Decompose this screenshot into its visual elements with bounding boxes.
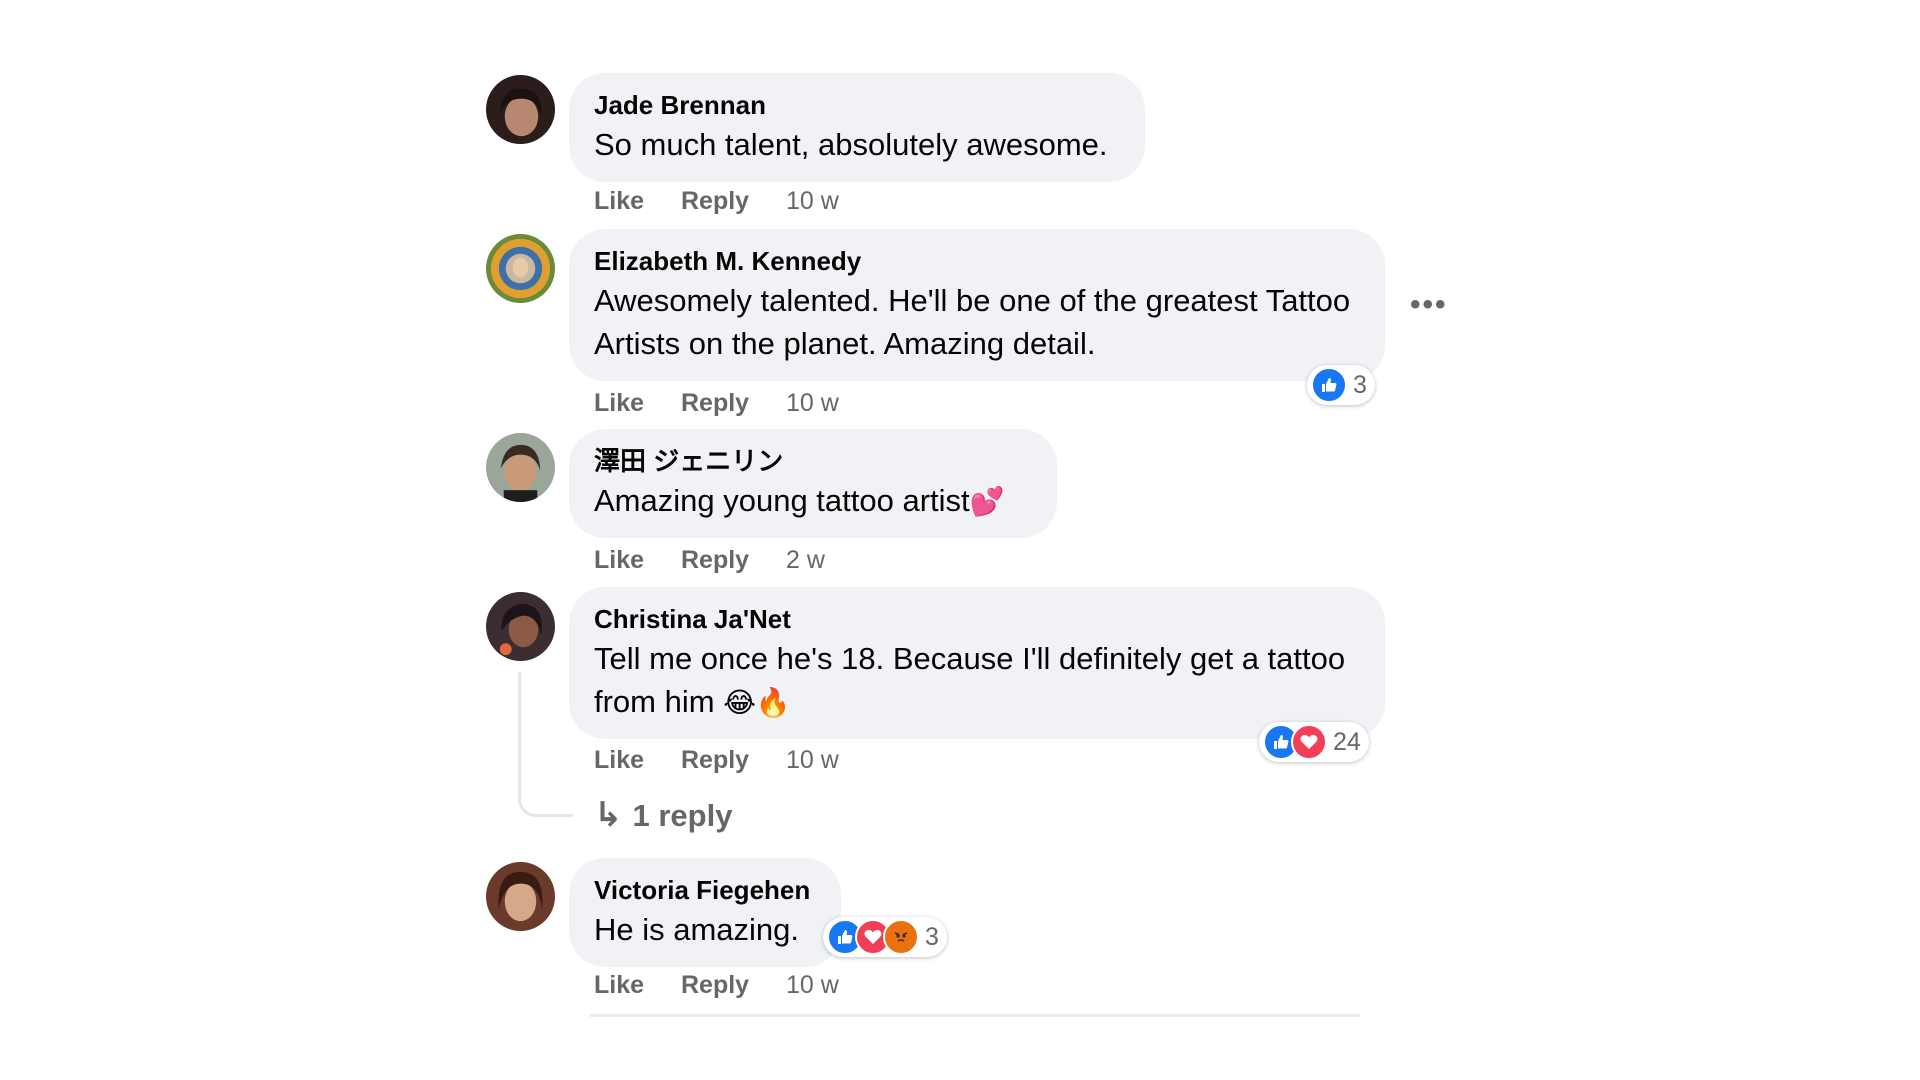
comment-text: Tell me once he's 18. Because I'll defin… — [594, 637, 1360, 724]
like-button[interactable]: Like — [594, 389, 644, 417]
comment-timestamp[interactable]: 10 w — [786, 187, 839, 215]
avatar[interactable] — [486, 234, 555, 303]
divider — [590, 1014, 1360, 1017]
comment-actions: Like Reply 10 w — [594, 186, 839, 216]
view-replies-link[interactable]: ↳ 1 reply — [594, 795, 732, 835]
reaction-summary[interactable]: 3 — [823, 917, 947, 957]
reply-button[interactable]: Reply — [681, 187, 749, 215]
reaction-count: 3 — [925, 922, 939, 951]
comment-actions: Like Reply 10 w — [594, 970, 839, 1000]
reaction-count: 24 — [1333, 727, 1361, 756]
like-button[interactable]: Like — [594, 971, 644, 999]
reply-arrow-icon: ↳ — [594, 796, 623, 834]
avatar[interactable] — [486, 75, 555, 144]
comment-timestamp[interactable]: 10 w — [786, 971, 839, 999]
reply-button[interactable]: Reply — [681, 546, 749, 574]
angry-icon — [883, 919, 919, 955]
comment-bubble: 澤田 ジェニリン Amazing young tattoo artist💕 — [569, 429, 1057, 538]
emoji: 💕 — [969, 486, 1005, 517]
reaction-summary[interactable]: 24 — [1259, 722, 1369, 762]
avatar[interactable] — [486, 862, 555, 931]
comment-author[interactable]: Christina Ja'Net — [594, 603, 1360, 635]
comment-text: He is amazing. — [594, 912, 800, 947]
comment-bubble: Elizabeth M. Kennedy Awesomely talented.… — [569, 229, 1385, 381]
comment-author[interactable]: Victoria Fiegehen — [594, 874, 816, 906]
comment-bubble: Jade Brennan So much talent, absolutely … — [569, 73, 1145, 182]
comment-actions: Like Reply 2 w — [594, 545, 825, 575]
love-icon — [1291, 724, 1327, 760]
emoji: 😂🔥 — [723, 687, 791, 718]
comment-bubble: Victoria Fiegehen He is amazing. — [569, 858, 841, 967]
reaction-summary[interactable]: 3 — [1307, 365, 1375, 405]
comment-text-body: Tell me once he's 18. Because I'll defin… — [594, 641, 1346, 719]
comment-text: Amazing young tattoo artist💕 — [594, 479, 1032, 523]
comment-bubble: Christina Ja'Net Tell me once he's 18. B… — [569, 587, 1385, 739]
reply-button[interactable]: Reply — [681, 971, 749, 999]
like-button[interactable]: Like — [594, 546, 644, 574]
like-button[interactable]: Like — [594, 746, 644, 774]
like-icon — [1311, 367, 1347, 403]
avatar[interactable] — [486, 433, 555, 502]
comment-actions: Like Reply 10 w — [594, 745, 839, 775]
comment-author[interactable]: Elizabeth M. Kennedy — [594, 245, 1360, 277]
comment-text-body: Amazing young tattoo artist — [594, 483, 970, 518]
reply-button[interactable]: Reply — [681, 746, 749, 774]
comment-timestamp[interactable]: 10 w — [786, 389, 839, 417]
more-options-icon[interactable]: ••• — [1410, 288, 1448, 322]
avatar[interactable] — [486, 592, 555, 661]
comment-author[interactable]: 澤田 ジェニリン — [594, 445, 1032, 477]
reply-button[interactable]: Reply — [681, 389, 749, 417]
comment-text: So much talent, absolutely awesome. — [594, 127, 1108, 162]
comment-timestamp[interactable]: 2 w — [786, 546, 825, 574]
view-replies-label: 1 reply — [632, 798, 733, 833]
comment-text: Awesomely talented. He'll be one of the … — [594, 283, 1351, 361]
like-button[interactable]: Like — [594, 187, 644, 215]
comment-actions: Like Reply 10 w — [594, 388, 839, 418]
thread-connector — [518, 672, 573, 817]
reaction-count: 3 — [1353, 370, 1367, 399]
comment-author[interactable]: Jade Brennan — [594, 89, 1120, 121]
comment-timestamp[interactable]: 10 w — [786, 746, 839, 774]
